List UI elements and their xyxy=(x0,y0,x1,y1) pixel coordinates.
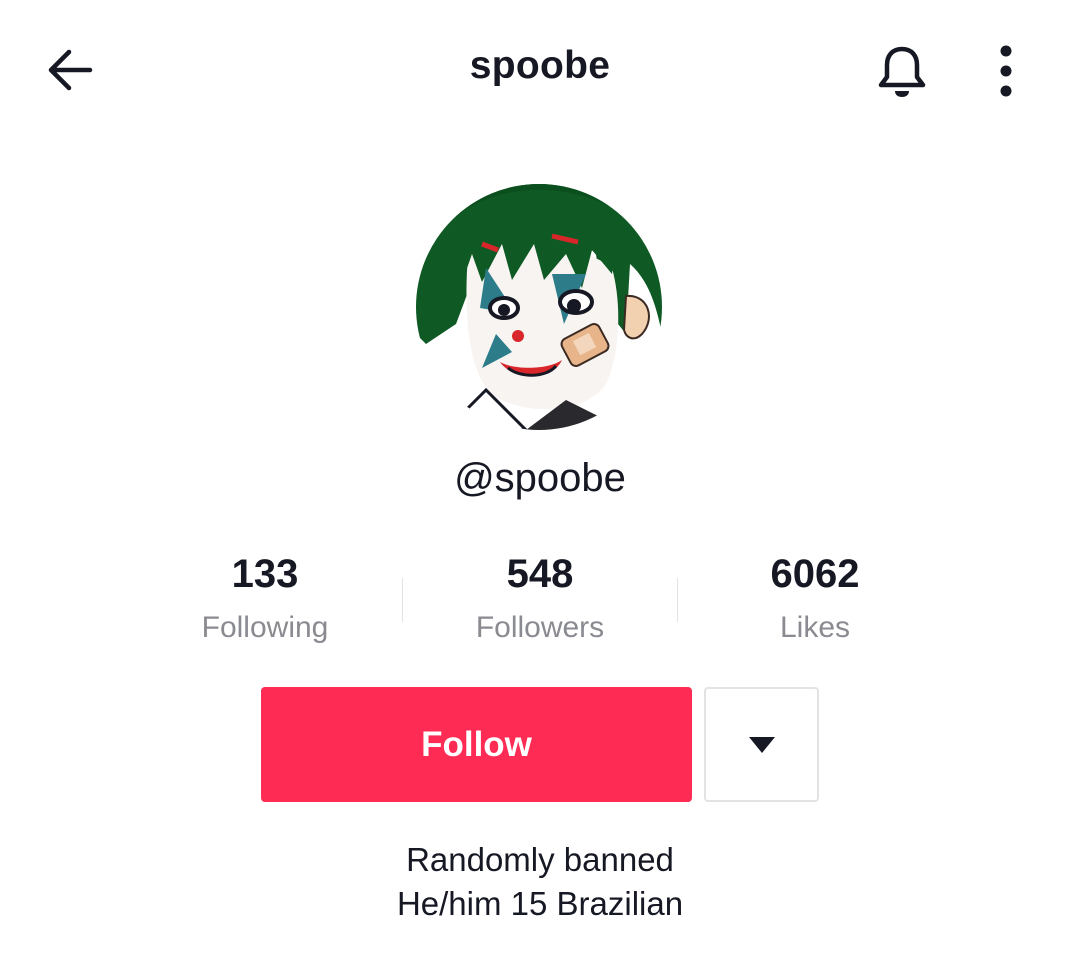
stat-value: 548 xyxy=(506,552,574,596)
avatar-image xyxy=(416,184,662,430)
top-bar: spoobe xyxy=(0,0,1080,140)
profile-bio: Randomly banned He/him 15 Brazilian xyxy=(0,838,1080,926)
bell-icon xyxy=(878,46,926,97)
suggested-accounts-dropdown-button[interactable] xyxy=(704,687,819,802)
stat-likes[interactable]: 6062 Likes xyxy=(678,548,952,656)
stat-label: Following xyxy=(201,611,329,644)
stat-value: 6062 xyxy=(770,552,860,596)
bio-line: He/him 15 Brazilian xyxy=(396,885,684,922)
more-vertical-icon xyxy=(1000,45,1012,97)
avatar[interactable] xyxy=(416,184,662,430)
profile-handle: @spoobe xyxy=(454,456,626,500)
stat-label: Likes xyxy=(779,611,851,644)
stat-following[interactable]: 133 Following xyxy=(128,548,402,656)
follow-button[interactable]: Follow xyxy=(261,687,692,802)
notification-button[interactable] xyxy=(866,38,938,104)
caret-down-icon xyxy=(748,736,775,753)
stat-label: Followers xyxy=(475,611,605,644)
more-options-button[interactable] xyxy=(976,38,1036,104)
bio-line: Randomly banned xyxy=(406,841,674,878)
stat-followers[interactable]: 548 Followers xyxy=(403,548,677,656)
stats-row: 133 Following 548 Followers 6062 Likes xyxy=(128,548,952,658)
stat-value: 133 xyxy=(231,552,299,596)
